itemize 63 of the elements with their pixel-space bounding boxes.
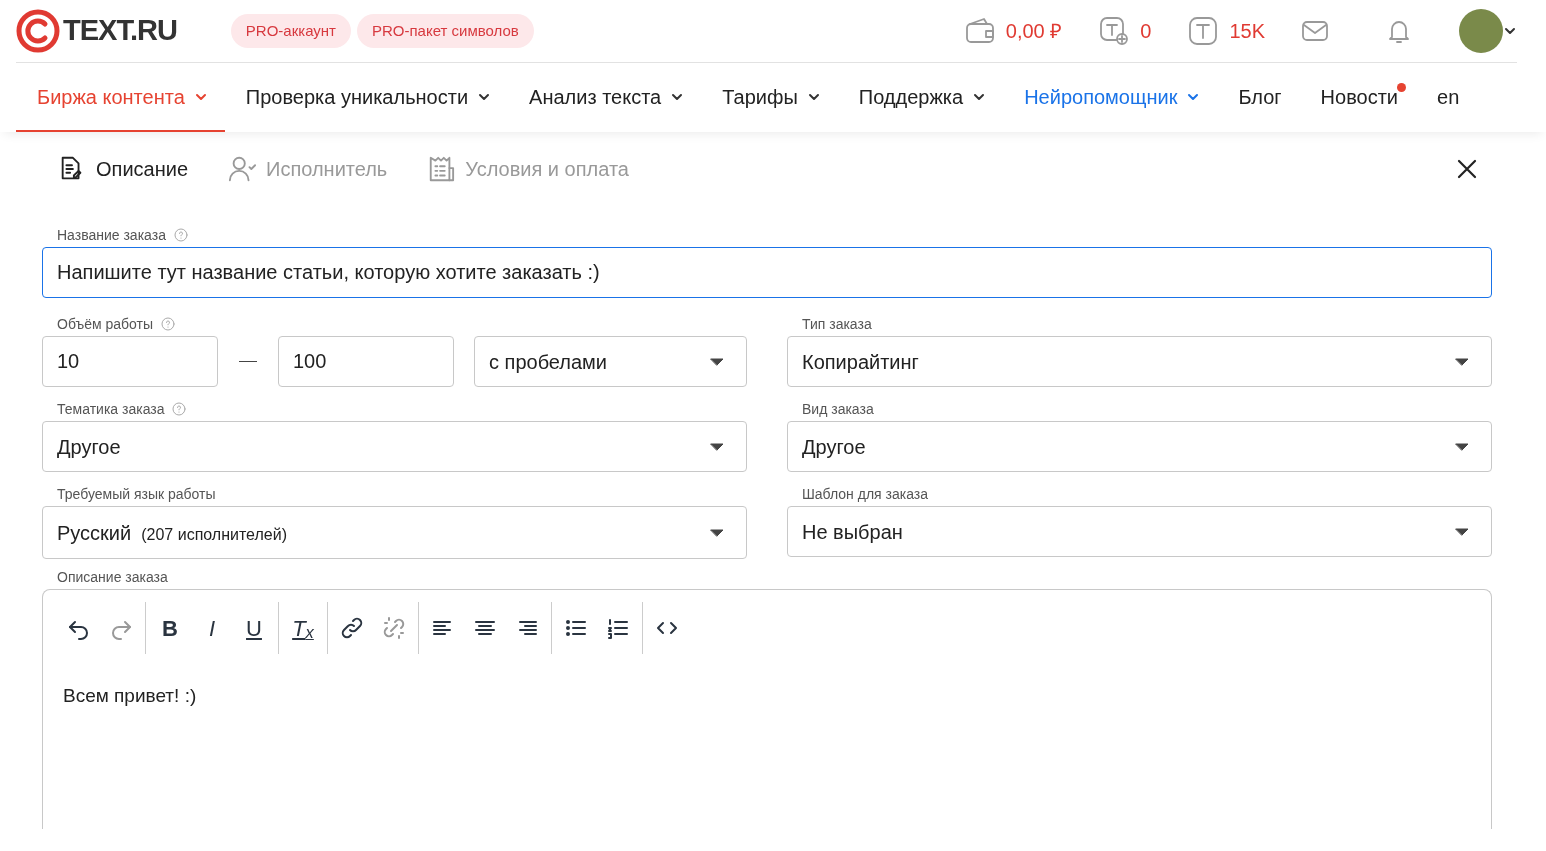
dropdown-caret-icon xyxy=(710,357,724,366)
nav-link[interactable]: Тарифы xyxy=(701,63,838,132)
nav-link[interactable]: Проверка уникальности xyxy=(224,63,509,132)
nav-link[interactable]: Блог xyxy=(1217,63,1300,132)
language-select[interactable]: Русский (207 исполнителей) xyxy=(42,506,747,560)
stat-value: 0 xyxy=(1140,19,1152,44)
clear-format-button[interactable]: T$_{x}$ xyxy=(285,610,321,647)
range-dash xyxy=(239,361,257,363)
bold-button[interactable]: B xyxy=(152,610,188,647)
logo-text: TEXT.RU xyxy=(63,13,177,49)
field-label: Тип заказа xyxy=(802,314,872,334)
unlink-icon xyxy=(382,616,406,641)
volume-from-input[interactable]: 10 xyxy=(42,336,218,388)
chevron-down-icon xyxy=(807,92,820,101)
italic-button[interactable]: I xyxy=(194,610,230,647)
title-input[interactable]: Напишите тут название статьи, которую хотите заказать :) xyxy=(42,247,1492,299)
field-label: Описание заказа xyxy=(57,567,168,587)
count-mode-select[interactable]: с пробелами xyxy=(474,336,747,388)
dropdown-caret-icon xyxy=(1455,527,1469,536)
chevron-down-icon xyxy=(1187,92,1200,101)
volume-to-input[interactable]: 100 xyxy=(278,336,454,388)
chevron-down-icon xyxy=(973,92,986,101)
field-label: Вид заказа xyxy=(802,399,874,419)
step-tab[interactable]: Описание xyxy=(42,148,197,190)
nav-link[interactable]: Новости xyxy=(1299,63,1417,132)
pro-button[interactable]: PRO-аккаунт xyxy=(230,13,351,49)
nav-link[interactable]: Нейропомощник xyxy=(1003,63,1218,132)
performer-icon xyxy=(228,154,257,184)
payment-icon xyxy=(427,154,456,184)
link-icon xyxy=(340,616,364,641)
nav-link[interactable]: en xyxy=(1416,63,1478,132)
underline-button[interactable]: U xyxy=(236,610,272,647)
field-label: Требуемый язык работы xyxy=(57,484,216,504)
chevron-down-icon xyxy=(194,92,207,101)
nav-link[interactable]: Биржа контента xyxy=(16,63,225,132)
field-label: Название заказа xyxy=(57,225,166,245)
nav-link[interactable]: Поддержка xyxy=(837,63,1004,132)
field-label: Тематика заказа xyxy=(57,399,165,419)
close-icon[interactable] xyxy=(1456,158,1478,180)
token-plus-icon xyxy=(1098,15,1131,47)
nav-link[interactable]: Анализ текста xyxy=(508,63,702,132)
pro-button[interactable]: PRO-пакет символов xyxy=(356,13,534,49)
template-select[interactable]: Не выбран xyxy=(787,506,1492,558)
stat-value: 0,00 ₽ xyxy=(1005,19,1063,44)
logo-icon xyxy=(16,9,60,53)
dropdown-caret-icon xyxy=(710,528,724,537)
order-type-select[interactable]: Копирайтинг xyxy=(787,336,1492,388)
dropdown-caret-icon xyxy=(1455,442,1469,451)
chevron-down-icon xyxy=(671,92,684,101)
dropdown-caret-icon xyxy=(1455,357,1469,366)
stat-value: 15K xyxy=(1229,19,1265,44)
order-kind-select[interactable]: Другое xyxy=(787,421,1492,473)
topic-select[interactable]: Другое xyxy=(42,421,747,473)
field-label: Объём работы xyxy=(57,314,154,334)
caret-icon[interactable] xyxy=(1503,26,1517,36)
editor-text: Всем привет! :) xyxy=(62,684,198,709)
notification-dot xyxy=(1397,83,1407,92)
numbered-list-icon xyxy=(606,616,630,641)
field-label: Шаблон для заказа xyxy=(802,484,929,504)
avatar-photo[interactable] xyxy=(1459,9,1503,53)
token-icon xyxy=(1187,15,1220,47)
dropdown-caret-icon xyxy=(710,442,724,451)
chevron-down-icon xyxy=(478,92,491,101)
